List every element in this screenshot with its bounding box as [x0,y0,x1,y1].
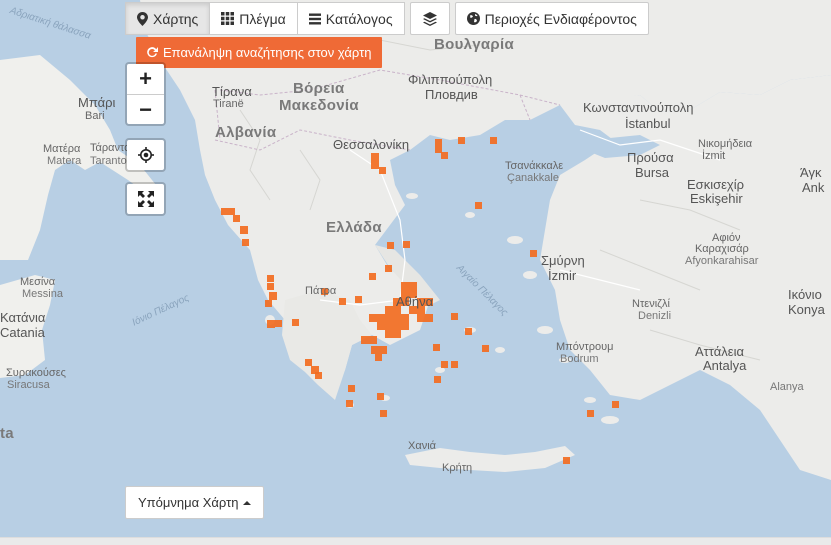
island [507,236,523,244]
list-view-label: Κατάλογος [325,10,393,27]
grid-icon [221,12,235,25]
map-view-label: Χάρτης [153,10,199,27]
globe-icon [466,12,480,25]
locate-button[interactable] [127,140,164,170]
island [406,193,418,199]
locate-control [125,138,166,172]
zoom-out-button[interactable]: − [127,94,164,124]
island [523,271,537,279]
map-marker-icon [137,11,148,26]
fullscreen-button[interactable] [127,184,164,214]
list-view-button[interactable]: Κατάλογος [297,2,405,35]
areas-of-interest-label: Περιοχές Ενδιαφέροντος [484,10,637,27]
island [601,416,619,424]
island [559,357,571,363]
island [537,326,553,334]
grid-view-label: Πλέγμα [239,10,286,27]
expand-icon [137,191,154,207]
zoom-in-button[interactable]: + [127,64,164,94]
island [465,212,475,218]
island [584,397,596,403]
footer-strip [0,537,831,545]
caret-up-icon [243,500,252,505]
areas-of-interest-button[interactable]: Περιοχές Ενδιαφέροντος [454,2,649,35]
search-this-area-button[interactable]: Επανάληψη αναζήτησης στον χάρτη [136,37,383,68]
layers-button[interactable] [409,2,450,35]
crosshair-icon [137,147,154,163]
map-view-button[interactable]: Χάρτης [125,2,211,35]
layers-icon [422,11,437,26]
refresh-icon [146,46,158,59]
search-this-area-label: Επανάληψη αναζήτησης στον χάρτη [163,45,372,60]
list-icon [308,13,321,25]
island [495,347,505,353]
zoom-control: + − [125,62,166,126]
fullscreen-control [125,182,166,216]
map-legend-button[interactable]: Υπόμνημα Χάρτη [125,486,265,519]
view-toolbar: Χάρτης Πλέγμα Κατάλογος Περιοχές Ενδιαφέ… [125,2,649,35]
grid-view-button[interactable]: Πλέγμα [210,2,298,35]
map-legend-label: Υπόμνημα Χάρτη [138,495,239,510]
